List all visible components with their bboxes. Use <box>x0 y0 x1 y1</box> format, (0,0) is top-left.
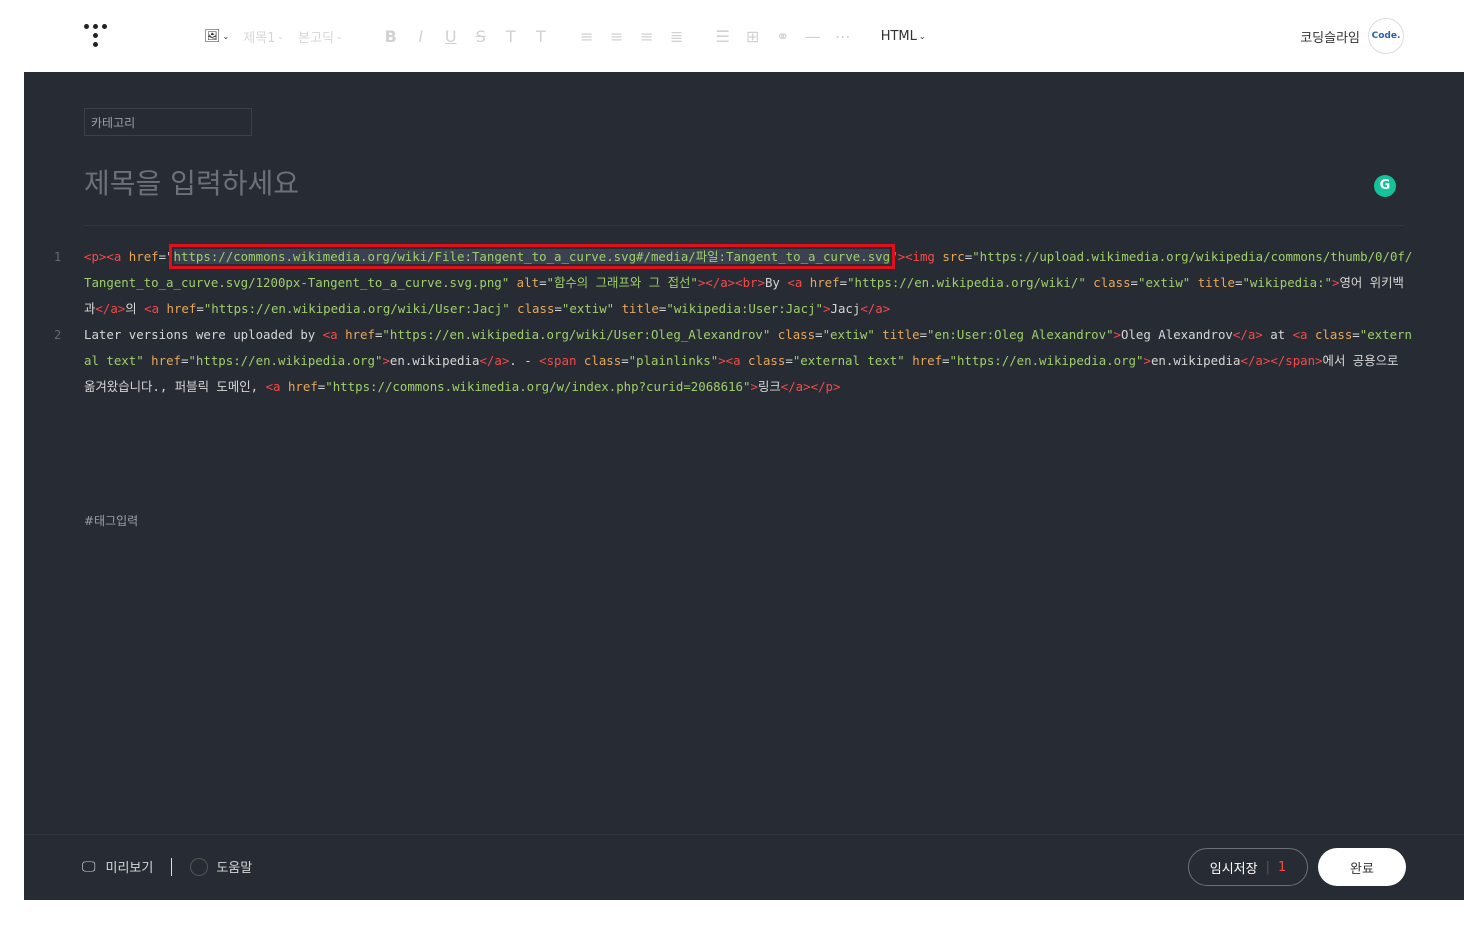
highlighted-url: https://commons.wikimedia.org/wiki/File:… <box>168 244 896 269</box>
help-button[interactable]: 도움말 <box>216 857 252 876</box>
top-toolbar: 🖼 ⌄ 제목1 ⌄ 본고딕 ⌄ B I U S T T ≡ ≡ ≡ ≣ ☰ ⊞ ⚭ —… <box>0 0 1464 72</box>
divider <box>171 857 173 876</box>
bottom-bar: 🖵 미리보기 도움말 임시저장 | 1 완료 <box>24 834 1464 900</box>
temp-save-label: 임시저장 <box>1209 861 1258 877</box>
user-profile[interactable]: 코딩슬라임 Code. <box>1300 18 1404 54</box>
list-icon[interactable]: ☰ <box>715 27 731 46</box>
code-line: 2 Later versions were uploaded by <a hre… <box>54 322 1414 400</box>
title-input[interactable]: 제목을 입력하세요 <box>84 162 299 202</box>
line-number: 2 <box>54 328 62 342</box>
html-code-editor[interactable]: 1 <p><a href="https://commons.wikimedia.… <box>54 244 1414 400</box>
heading-select[interactable]: 제목1 ⌄ <box>243 27 284 46</box>
temp-save-button[interactable]: 임시저장 | 1 <box>1188 848 1308 886</box>
title-divider <box>84 225 1404 226</box>
font-select[interactable]: 본고딕 ⌄ <box>298 27 343 46</box>
monitor-icon: 🖵 <box>82 858 96 875</box>
preview-button[interactable]: 미리보기 <box>106 857 154 876</box>
done-button[interactable]: 완료 <box>1318 848 1406 886</box>
code-line: 1 <p><a href="https://commons.wikimedia.… <box>54 244 1414 322</box>
text-color-icon[interactable]: T <box>503 27 519 46</box>
background-color-icon[interactable]: T <box>533 27 549 46</box>
divider: | <box>1265 859 1270 875</box>
link-icon[interactable]: ⚭ <box>775 27 791 46</box>
bottom-left-actions: 🖵 미리보기 도움말 <box>82 857 252 876</box>
help-icon <box>190 857 209 876</box>
avatar[interactable]: Code. <box>1368 18 1404 54</box>
underline-icon[interactable]: U <box>443 27 459 46</box>
editor-mode-select[interactable]: HTML ⌄ <box>881 29 926 44</box>
line-number: 1 <box>54 250 62 264</box>
tistory-logo-icon[interactable] <box>82 22 110 50</box>
table-icon[interactable]: ⊞ <box>745 27 761 46</box>
temp-save-count: 1 <box>1277 859 1287 875</box>
grammarly-icon[interactable]: G <box>1374 175 1396 197</box>
align-right-icon[interactable]: ≡ <box>639 27 655 46</box>
italic-icon[interactable]: I <box>413 27 429 46</box>
bold-icon[interactable]: B <box>383 27 399 46</box>
more-icon[interactable]: ⋯ <box>835 27 851 46</box>
image-icon: 🖼 <box>204 28 221 44</box>
category-select[interactable]: 카테고리 <box>84 108 252 136</box>
format-toolbar: 🖼 ⌄ 제목1 ⌄ 본고딕 ⌄ B I U S T T ≡ ≡ ≡ ≣ ☰ ⊞ ⚭ —… <box>204 24 940 48</box>
editor-area: 카테고리 제목을 입력하세요 G 1 <p><a href="https://c… <box>24 72 1464 834</box>
align-center-icon[interactable]: ≡ <box>609 27 625 46</box>
image-insert-button[interactable]: 🖼 ⌄ <box>204 29 229 44</box>
align-justify-icon[interactable]: ≣ <box>669 27 685 46</box>
editor-mode-label: HTML <box>880 28 917 44</box>
strikethrough-icon[interactable]: S <box>473 27 489 46</box>
align-left-icon[interactable]: ≡ <box>579 27 595 46</box>
font-label: 본고딕 <box>298 30 335 46</box>
horizontal-line-icon[interactable]: — <box>805 27 821 46</box>
tag-input[interactable]: #태그입력 <box>84 512 138 529</box>
heading-label: 제목1 <box>243 30 276 46</box>
user-name: 코딩슬라임 <box>1300 30 1360 46</box>
